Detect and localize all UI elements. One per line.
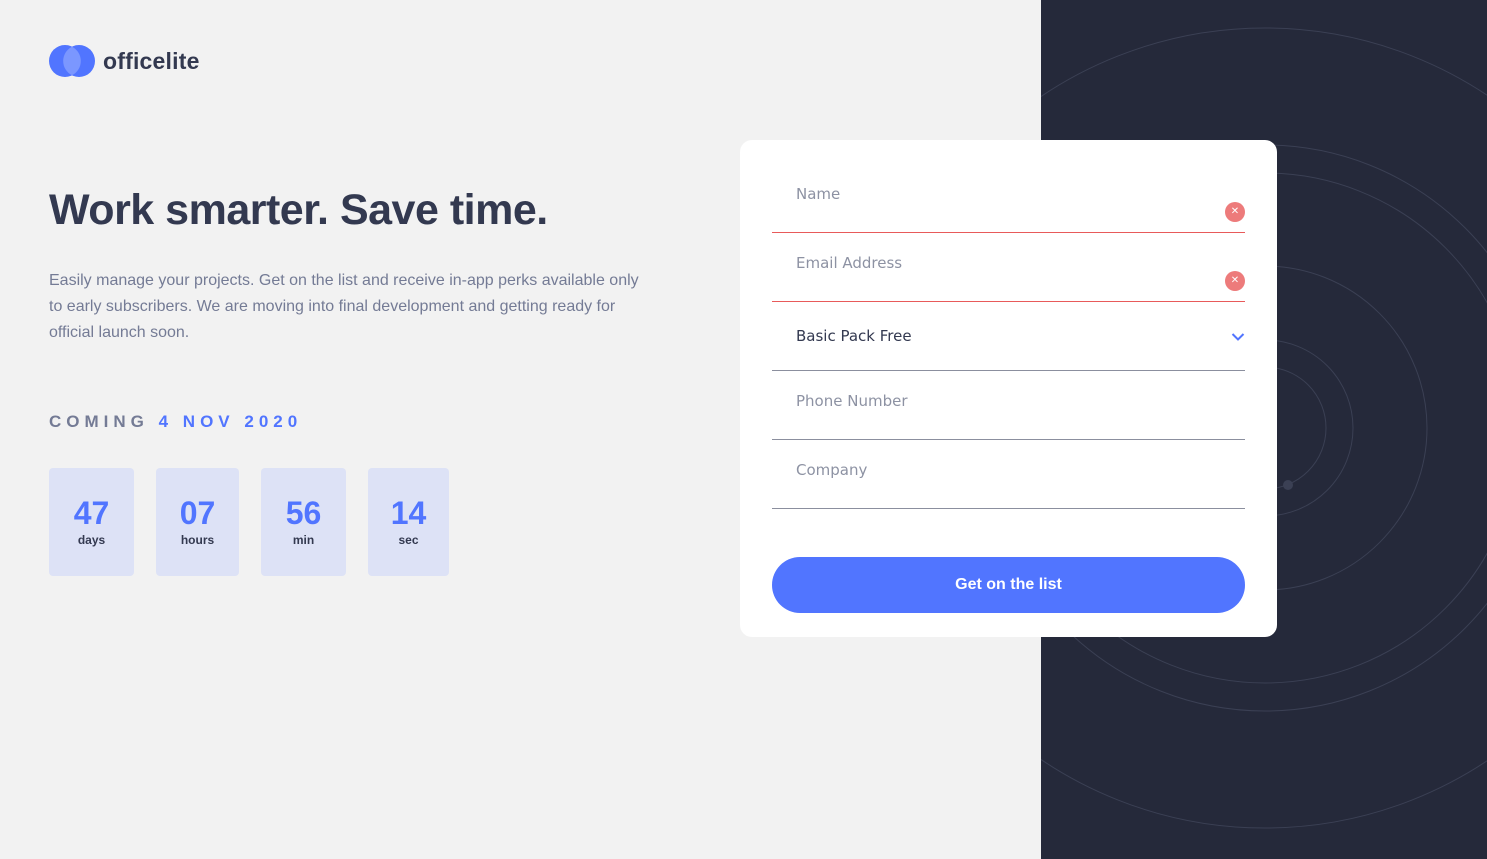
countdown-value: 07 (179, 495, 216, 531)
error-x-icon: ✕ (1225, 202, 1245, 222)
page-description: Easily manage your projects. Get on the … (49, 272, 639, 341)
countdown-value: 14 (390, 495, 427, 531)
signup-form: ✕ ✕ Basic Pack Free Get on the list (740, 140, 1277, 637)
email-input[interactable] (772, 233, 1245, 301)
email-field: ✕ (772, 233, 1245, 302)
brand-name: officelite (103, 47, 200, 74)
error-x-icon: ✕ (1225, 271, 1245, 291)
page-headline: Work smarter. Save time. (49, 186, 548, 234)
countdown-hours: 07 hours (156, 468, 239, 576)
countdown-unit: days (77, 533, 106, 547)
countdown-value: 56 (285, 495, 322, 531)
chevron-down-icon[interactable] (1231, 332, 1245, 342)
countdown-minutes: 56 min (261, 468, 346, 576)
company-input[interactable] (772, 440, 1245, 508)
phone-input[interactable] (772, 371, 1245, 439)
countdown-unit: hours (180, 533, 215, 547)
countdown-seconds: 14 sec (368, 468, 449, 576)
countdown-days: 47 days (49, 468, 134, 576)
pack-select[interactable]: Basic Pack Free (772, 302, 1245, 371)
launch-date: 4 NOV 2020 (158, 412, 303, 431)
name-input[interactable] (772, 164, 1245, 232)
launch-date-label: COMING 4 NOV 2020 (49, 412, 302, 432)
name-field: ✕ (772, 164, 1245, 233)
phone-field (772, 371, 1245, 440)
company-field (772, 440, 1245, 509)
get-on-list-button[interactable]: Get on the list (772, 557, 1245, 613)
pack-select-value: Basic Pack Free (796, 327, 912, 345)
coming-label: COMING (49, 412, 149, 431)
brand-logo[interactable]: officelite (49, 45, 200, 77)
countdown-unit: sec (398, 533, 419, 547)
countdown-unit: min (292, 533, 315, 547)
logo-mark-icon (49, 45, 95, 77)
countdown-value: 47 (73, 495, 110, 531)
